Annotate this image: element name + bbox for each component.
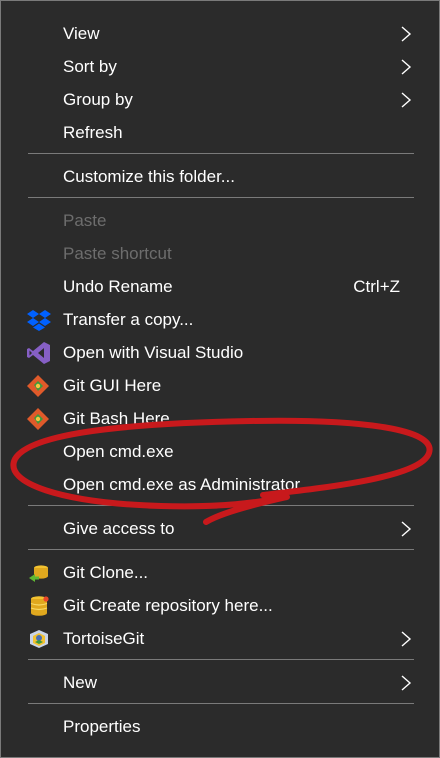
git-clone-icon (29, 565, 48, 582)
context-menu: View Sort by Group by Refresh Customize … (0, 0, 440, 758)
menu-separator (28, 505, 414, 506)
chevron-right-icon (401, 675, 412, 691)
menu-separator (28, 549, 414, 550)
menu-separator (28, 197, 414, 198)
shortcut-hint: Ctrl+Z (353, 277, 400, 296)
menu-item-label: Git Clone... (63, 563, 149, 582)
menu-item-properties[interactable]: Properties (1, 710, 439, 743)
menu-item-paste: Paste (1, 204, 439, 237)
menu-separator (28, 659, 414, 660)
tortoisegit-icon (30, 630, 48, 648)
git-bash-icon (27, 408, 49, 430)
chevron-right-icon (401, 26, 412, 42)
menu-item-label: Git GUI Here (63, 376, 162, 395)
menu-item-group-by[interactable]: Group by (1, 83, 439, 116)
menu-separator (28, 153, 414, 154)
menu-item-view[interactable]: View (1, 17, 439, 50)
menu-item-git-clone[interactable]: Git Clone... (1, 556, 439, 589)
menu-item-open-visual-studio[interactable]: Open with Visual Studio (1, 336, 439, 369)
git-create-icon (30, 596, 49, 616)
menu-item-customize-folder[interactable]: Customize this folder... (1, 160, 439, 193)
menu-item-new[interactable]: New (1, 666, 439, 699)
menu-item-label: Git Bash Here (63, 409, 170, 428)
dropbox-icon (27, 310, 51, 331)
menu-item-label: TortoiseGit (63, 629, 145, 648)
menu-item-open-cmd-admin[interactable]: Open cmd.exe as Administrator (1, 468, 439, 501)
git-gui-icon (27, 375, 49, 397)
menu-item-label: Sort by (63, 57, 117, 76)
menu-item-label: Open cmd.exe as Administrator (63, 475, 301, 494)
menu-item-git-bash-here[interactable]: Git Bash Here (1, 402, 439, 435)
chevron-right-icon (401, 59, 412, 75)
menu-item-label: Give access to (63, 519, 175, 538)
menu-item-label: Undo Rename (63, 277, 173, 296)
menu-item-label: Paste (63, 211, 107, 230)
menu-item-sort-by[interactable]: Sort by (1, 50, 439, 83)
menu-separator (28, 703, 414, 704)
menu-item-label: View (63, 24, 100, 43)
visual-studio-icon (27, 342, 50, 364)
menu-item-label: Properties (63, 717, 141, 736)
menu-item-label: Open with Visual Studio (63, 343, 244, 362)
menu-item-label: New (63, 673, 98, 692)
menu-item-label: Refresh (63, 123, 123, 142)
menu-item-refresh[interactable]: Refresh (1, 116, 439, 149)
menu-item-give-access[interactable]: Give access to (1, 512, 439, 545)
chevron-right-icon (401, 92, 412, 108)
menu-item-label: Customize this folder... (63, 167, 235, 186)
menu-item-paste-shortcut: Paste shortcut (1, 237, 439, 270)
menu-item-tortoisegit[interactable]: TortoiseGit (1, 622, 439, 655)
chevron-right-icon (401, 521, 412, 537)
menu-item-label: Git Create repository here... (63, 596, 273, 615)
menu-item-label: Group by (63, 90, 133, 109)
menu-item-undo-rename[interactable]: Undo Rename Ctrl+Z (1, 270, 439, 303)
menu-item-label: Open cmd.exe (63, 442, 174, 461)
menu-item-label: Transfer a copy... (63, 310, 194, 329)
chevron-right-icon (401, 631, 412, 647)
menu-item-transfer-copy[interactable]: Transfer a copy... (1, 303, 439, 336)
menu-item-git-gui-here[interactable]: Git GUI Here (1, 369, 439, 402)
menu-item-open-cmd[interactable]: Open cmd.exe (1, 435, 439, 468)
menu-item-git-create-repo[interactable]: Git Create repository here... (1, 589, 439, 622)
menu-item-label: Paste shortcut (63, 244, 172, 263)
